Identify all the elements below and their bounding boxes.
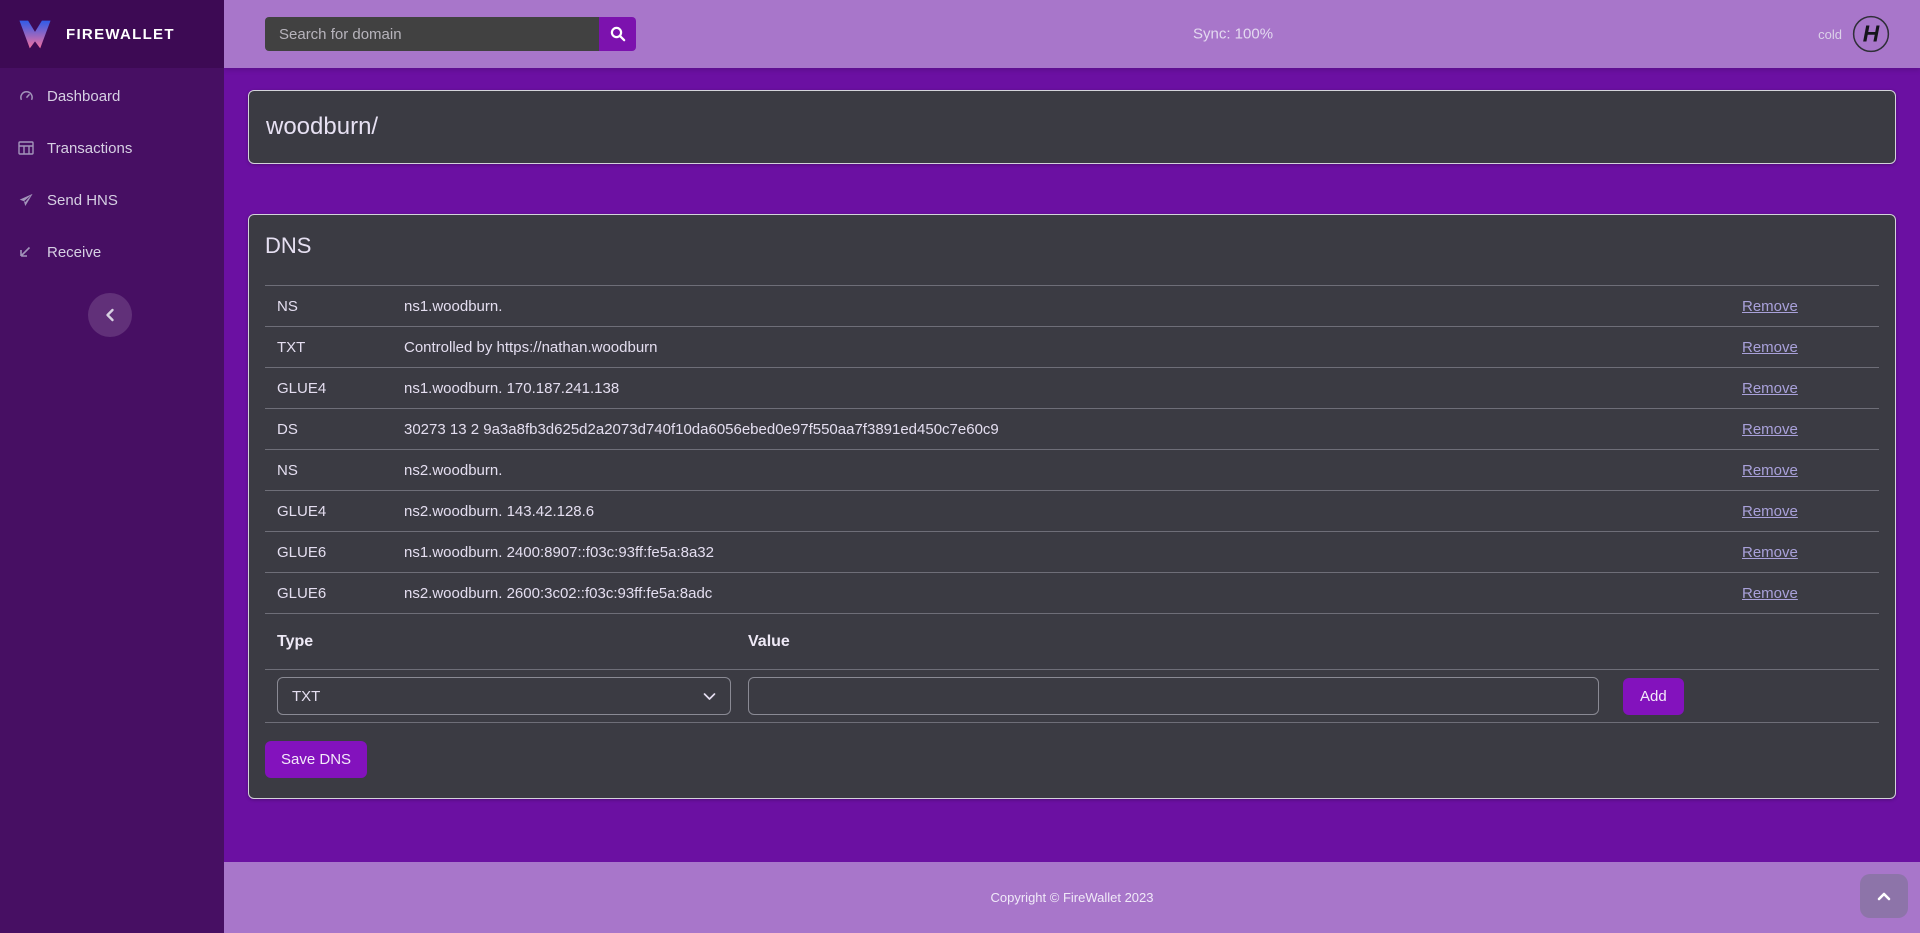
sidebar-item-receive[interactable]: Receive [0,226,224,278]
remove-record-link[interactable]: Remove [1742,585,1798,602]
value-column-header: Value [748,633,1599,651]
copyright-text: Copyright © FireWallet 2023 [991,890,1154,905]
receive-arrow-icon [18,244,36,260]
sidebar-item-label: Receive [47,244,101,261]
record-value: ns1.woodburn. [404,298,1742,315]
search-icon [610,26,626,42]
brand-name: FIREWALLET [66,26,175,43]
dns-record-row: GLUE6 ns1.woodburn. 2400:8907::f03c:93ff… [265,532,1879,573]
add-record-headers: Type Value [265,614,1879,670]
sidebar-item-send-hns[interactable]: Send HNS [0,174,224,226]
record-type: GLUE6 [277,585,404,602]
record-value: Controlled by https://nathan.woodburn [404,339,1742,356]
dns-record-row: GLUE4 ns2.woodburn. 143.42.128.6 Remove [265,491,1879,532]
record-type: GLUE6 [277,544,404,561]
firewallet-w-logo-icon [16,17,54,52]
remove-record-link[interactable]: Remove [1742,421,1798,438]
sync-status: Sync: 100% [1193,26,1273,43]
dns-records-table: NS ns1.woodburn. Remove TXT Controlled b… [265,285,1879,614]
svg-text:H: H [1863,21,1880,47]
brand[interactable]: FIREWALLET [0,0,224,68]
wallet-status: cold H [1818,0,1890,68]
record-value: ns1.woodburn. 170.187.241.138 [404,380,1742,397]
save-dns-button[interactable]: Save DNS [265,741,367,778]
chevron-left-icon [105,308,115,322]
handshake-logo-icon[interactable]: H [1852,15,1890,53]
dns-record-row: NS ns1.woodburn. Remove [265,286,1879,327]
sidebar-collapse-button[interactable] [88,293,132,337]
remove-record-link[interactable]: Remove [1742,544,1798,561]
chevron-up-icon [1877,892,1891,901]
sidebar-item-label: Send HNS [47,192,118,209]
remove-record-link[interactable]: Remove [1742,503,1798,520]
record-type: GLUE4 [277,503,404,520]
wallet-mode-label: cold [1818,27,1842,42]
sidebar-item-transactions[interactable]: Transactions [0,122,224,174]
record-type: DS [277,421,404,438]
dns-record-row: TXT Controlled by https://nathan.woodbur… [265,327,1879,368]
dns-record-row: GLUE6 ns2.woodburn. 2600:3c02::f03c:93ff… [265,573,1879,614]
record-value: ns1.woodburn. 2400:8907::f03c:93ff:fe5a:… [404,544,1742,561]
transactions-table-icon [18,140,36,156]
dns-value-input[interactable] [748,677,1599,715]
add-record-row: TXT Add [265,670,1879,723]
domain-search [265,17,636,51]
sidebar-nav: Dashboard Transactions Send HNS [0,68,224,278]
add-record-button[interactable]: Add [1623,678,1684,715]
dns-record-row: NS ns2.woodburn. Remove [265,450,1879,491]
search-button[interactable] [599,17,636,51]
page-title: woodburn/ [266,113,1878,141]
send-plane-icon [18,192,36,208]
dns-section-title: DNS [265,233,1879,259]
dns-type-selected-value: TXT [292,688,320,705]
sidebar-item-label: Dashboard [47,88,120,105]
search-input[interactable] [265,17,599,51]
type-column-header: Type [277,633,748,651]
record-value: 30273 13 2 9a3a8fb3d625d2a2073d740f10da6… [404,421,1742,438]
remove-record-link[interactable]: Remove [1742,298,1798,315]
dns-type-select[interactable]: TXT [277,677,731,715]
remove-record-link[interactable]: Remove [1742,380,1798,397]
record-type: TXT [277,339,404,356]
record-type: NS [277,462,404,479]
record-value: ns2.woodburn. 2600:3c02::f03c:93ff:fe5a:… [404,585,1742,602]
sidebar-item-dashboard[interactable]: Dashboard [0,70,224,122]
main-content: woodburn/ DNS NS ns1.woodburn. Remove TX… [224,68,1920,862]
record-value: ns2.woodburn. 143.42.128.6 [404,503,1742,520]
domain-title-card: woodburn/ [248,90,1896,164]
dns-record-row: GLUE4 ns1.woodburn. 170.187.241.138 Remo… [265,368,1879,409]
scroll-to-top-button[interactable] [1860,874,1908,918]
remove-record-link[interactable]: Remove [1742,339,1798,356]
remove-record-link[interactable]: Remove [1742,462,1798,479]
record-value: ns2.woodburn. [404,462,1742,479]
chevron-down-icon [703,692,716,701]
dns-card: DNS NS ns1.woodburn. Remove TXT Controll… [248,214,1896,799]
topbar: Sync: 100% cold H [224,0,1920,68]
record-type: NS [277,298,404,315]
dashboard-gauge-icon [18,88,36,104]
sidebar: FIREWALLET Dashboard Transactions [0,0,224,933]
sidebar-item-label: Transactions [47,140,132,157]
dns-record-row: DS 30273 13 2 9a3a8fb3d625d2a2073d740f10… [265,409,1879,450]
record-type: GLUE4 [277,380,404,397]
footer: Copyright © FireWallet 2023 [224,862,1920,933]
